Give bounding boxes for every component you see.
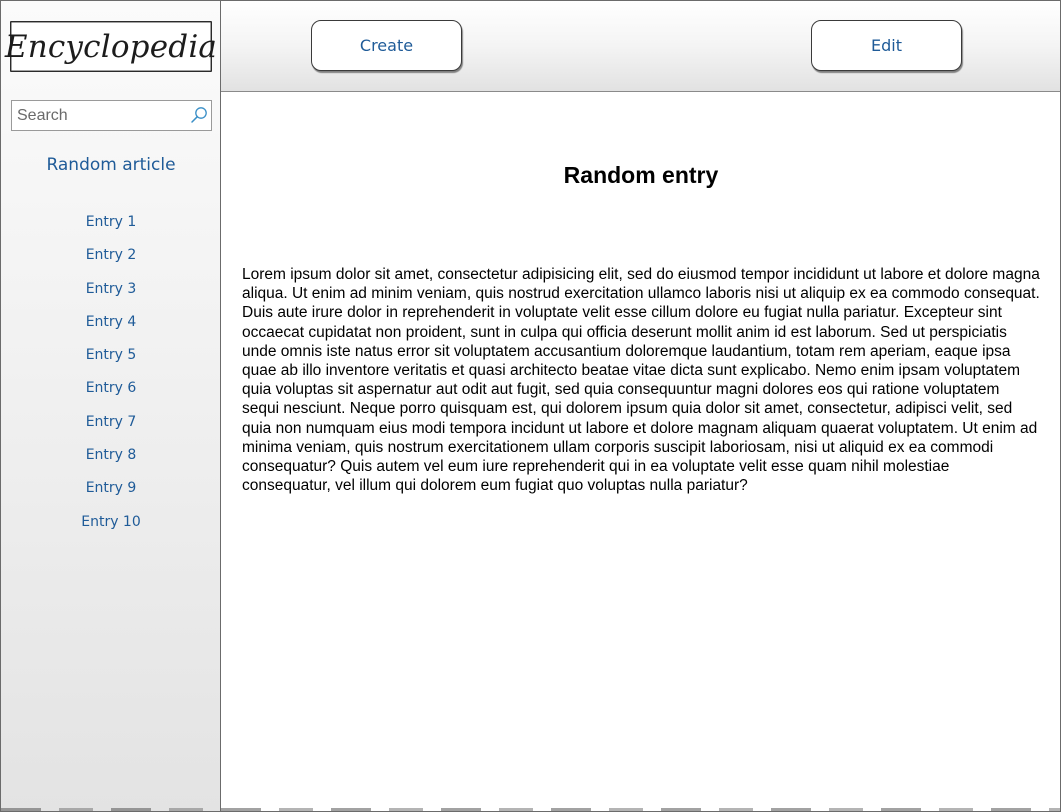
entry-link-9[interactable]: Entry 9 [1, 478, 221, 511]
page-title: Random entry [563, 162, 719, 188]
entry-link-6[interactable]: Entry 6 [1, 378, 221, 411]
bottom-edge-divider [1, 808, 1060, 811]
edit-button[interactable]: Edit [811, 20, 962, 71]
entry-link-4[interactable]: Entry 4 [1, 312, 221, 345]
sidebar: Encyclopedia Random article Entry 1 Entr… [1, 1, 221, 811]
entry-link-10[interactable]: Entry 10 [1, 512, 221, 545]
entry-link-2[interactable]: Entry 2 [1, 245, 221, 278]
entry-link-1[interactable]: Entry 1 [1, 212, 221, 245]
create-button[interactable]: Create [311, 20, 462, 71]
top-toolbar: Create Edit [221, 1, 1060, 92]
entry-link-5[interactable]: Entry 5 [1, 345, 221, 378]
entry-link-7[interactable]: Entry 7 [1, 412, 221, 445]
search-icon[interactable] [190, 106, 208, 124]
article-content: Random entry Lorem ipsum dolor sit amet,… [221, 92, 1060, 811]
search-input[interactable] [12, 101, 190, 130]
app-window: Encyclopedia Random article Entry 1 Entr… [0, 0, 1061, 812]
random-article-link[interactable]: Random article [1, 155, 221, 175]
entry-link-8[interactable]: Entry 8 [1, 445, 221, 478]
logo-text: Encyclopedia [4, 28, 218, 65]
article-body: Lorem ipsum dolor sit amet, consectetur … [242, 266, 1040, 495]
entry-link-3[interactable]: Entry 3 [1, 279, 221, 312]
search-box [11, 100, 212, 131]
logo[interactable]: Encyclopedia [5, 21, 217, 72]
entry-list: Entry 1 Entry 2 Entry 3 Entry 4 Entry 5 … [1, 212, 221, 545]
